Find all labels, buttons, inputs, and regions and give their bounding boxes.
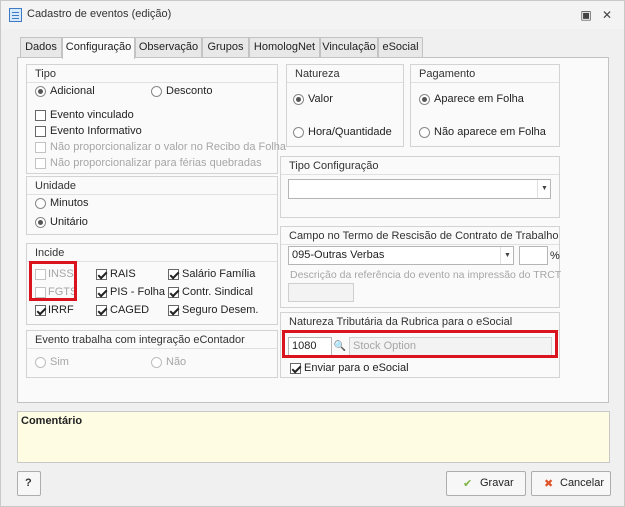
- close-button[interactable]: ✕: [598, 6, 616, 24]
- contr-sindical-label: Contr. Sindical: [182, 286, 253, 298]
- pagamento-group: Pagamento Aparece em Folha Não aparece e…: [410, 64, 560, 147]
- seguro-desem-label: Seguro Desem.: [182, 304, 259, 316]
- econtador-nao-label: Não: [166, 356, 187, 368]
- tipo-title: Tipo: [35, 68, 56, 80]
- cancel-icon: ✖: [544, 478, 554, 490]
- dialog-window: Cadastro de eventos (edição) ▣ ✕ Dados C…: [0, 0, 625, 507]
- chevron-down-icon[interactable]: ▼: [537, 180, 551, 198]
- caged-label: CAGED: [110, 304, 150, 316]
- econtador-nao-radio[interactable]: [151, 357, 162, 368]
- gravar-button[interactable]: ✔ Gravar: [446, 471, 526, 496]
- nao-proporcionalizar-ferias-checkbox[interactable]: [35, 158, 46, 169]
- help-button[interactable]: ?: [17, 471, 41, 496]
- pis-folha-checkbox[interactable]: [96, 287, 107, 298]
- tipo-configuracao-select[interactable]: [288, 179, 551, 199]
- evento-vinculado-label: Evento vinculado: [50, 109, 134, 121]
- window-title: Cadastro de eventos (edição): [27, 8, 172, 20]
- enviar-esocial-checkbox[interactable]: [290, 363, 301, 374]
- cancelar-button[interactable]: ✖ Cancelar: [531, 471, 611, 496]
- inss-fgts-highlight: [29, 261, 77, 301]
- tab-dados[interactable]: Dados: [20, 37, 62, 58]
- tab-observacao[interactable]: Observação: [135, 37, 202, 58]
- tab-homolognet[interactable]: HomologNet: [249, 37, 320, 58]
- unidade-group: Unidade Minutos Unitário: [26, 176, 278, 235]
- irrf-label: IRRF: [48, 304, 74, 316]
- tab-esocial[interactable]: eSocial: [378, 37, 423, 58]
- econtador-title: Evento trabalha com integração eContador: [35, 334, 245, 346]
- rescisao-group: Campo no Termo de Rescisão de Contrato d…: [280, 226, 562, 308]
- enviar-esocial-label: Enviar para o eSocial: [304, 362, 409, 374]
- natureza-hora-label: Hora/Quantidade: [308, 126, 392, 138]
- nao-proporcionalizar-recibo-checkbox[interactable]: [35, 142, 46, 153]
- pagamento-nao-aparece-label: Não aparece em Folha: [434, 126, 546, 138]
- descricao-referencia-label: Descrição da referência do evento na imp…: [290, 269, 562, 281]
- close-icon: ✕: [601, 8, 613, 22]
- rais-label: RAIS: [110, 268, 136, 280]
- rais-checkbox[interactable]: [96, 269, 107, 280]
- nao-proporcionalizar-ferias-label: Não proporcionalizar para férias quebrad…: [50, 157, 262, 169]
- tab-vinculacao[interactable]: Vinculação: [320, 37, 378, 58]
- configuracao-panel: Tipo Adicional Desconto Evento vinculado…: [17, 57, 609, 403]
- tab-configuracao[interactable]: Configuração: [62, 37, 135, 59]
- natureza-hora-radio[interactable]: [293, 127, 304, 138]
- tipo-adicional-label: Adicional: [50, 85, 95, 97]
- natureza-valor-radio[interactable]: [293, 94, 304, 105]
- pagamento-nao-aparece-radio[interactable]: [419, 127, 430, 138]
- unidade-minutos-radio[interactable]: [35, 198, 46, 209]
- rescisao-title: Campo no Termo de Rescisão de Contrato d…: [289, 230, 559, 242]
- salario-familia-label: Salário Família: [182, 268, 256, 280]
- natureza-valor-label: Valor: [308, 93, 333, 105]
- restore-icon: ▣: [580, 8, 592, 22]
- tipo-adicional-radio[interactable]: [35, 86, 46, 97]
- econtador-sim-label: Sim: [50, 356, 69, 368]
- nao-proporcionalizar-recibo-label: Não proporcionalizar o valor no Recibo d…: [50, 141, 287, 153]
- salario-familia-checkbox[interactable]: [168, 269, 179, 280]
- comentario-title: Comentário: [21, 415, 83, 427]
- irrf-checkbox[interactable]: [35, 305, 46, 316]
- incide-title: Incide: [35, 247, 65, 259]
- descricao-referencia-input[interactable]: [288, 283, 354, 302]
- evento-informativo-label: Evento Informativo: [50, 125, 142, 137]
- unidade-unitario-label: Unitário: [50, 216, 88, 228]
- natureza-tributaria-title: Natureza Tributária da Rubrica para o eS…: [289, 316, 513, 328]
- tipo-configuracao-group: Tipo Configuração ▼: [280, 156, 560, 218]
- tipo-desconto-label: Desconto: [166, 85, 213, 97]
- pagamento-aparece-radio[interactable]: [419, 94, 430, 105]
- check-icon: ✔: [463, 478, 473, 490]
- cancelar-label: Cancelar: [560, 477, 605, 489]
- pagamento-aparece-label: Aparece em Folha: [434, 93, 524, 105]
- gravar-label: Gravar: [480, 477, 514, 489]
- natureza-tributaria-highlight: [282, 330, 558, 358]
- evento-vinculado-checkbox[interactable]: [35, 110, 46, 121]
- unidade-title: Unidade: [35, 180, 76, 192]
- caged-checkbox[interactable]: [96, 305, 107, 316]
- title-bar: Cadastro de eventos (edição) ▣ ✕: [1, 1, 624, 29]
- unidade-minutos-label: Minutos: [50, 197, 89, 209]
- contr-sindical-checkbox[interactable]: [168, 287, 179, 298]
- restore-button[interactable]: ▣: [577, 6, 595, 24]
- econtador-group: Evento trabalha com integração eContador…: [26, 330, 278, 378]
- comentario-area[interactable]: Comentário: [17, 411, 610, 463]
- natureza-group: Natureza Valor Hora/Quantidade: [286, 64, 404, 147]
- percent-input[interactable]: [519, 246, 548, 265]
- econtador-sim-radio[interactable]: [35, 357, 46, 368]
- chevron-down-icon[interactable]: ▼: [500, 247, 514, 264]
- pis-folha-label: PIS - Folha: [110, 286, 166, 298]
- tipo-desconto-radio[interactable]: [151, 86, 162, 97]
- percent-symbol: %: [550, 250, 560, 262]
- app-icon: [9, 8, 22, 22]
- tipo-group: Tipo Adicional Desconto Evento vinculado…: [26, 64, 286, 174]
- tab-grupos[interactable]: Grupos: [202, 37, 249, 58]
- help-label: ?: [25, 477, 32, 489]
- evento-informativo-checkbox[interactable]: [35, 126, 46, 137]
- natureza-title: Natureza: [295, 68, 340, 80]
- unidade-unitario-radio[interactable]: [35, 217, 46, 228]
- rescisao-select[interactable]: 095-Outras Verbas: [288, 246, 514, 265]
- tipo-configuracao-title: Tipo Configuração: [289, 160, 379, 172]
- seguro-desem-checkbox[interactable]: [168, 305, 179, 316]
- pagamento-title: Pagamento: [419, 68, 476, 80]
